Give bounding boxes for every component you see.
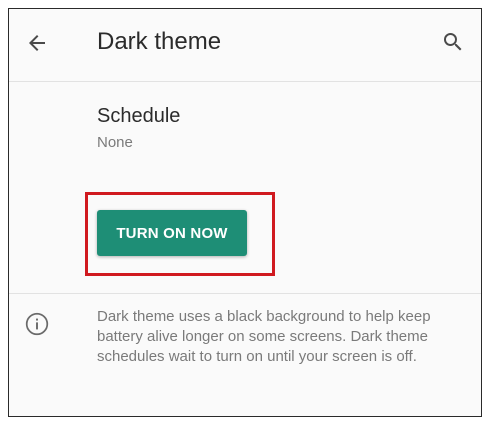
schedule-value: None — [97, 134, 133, 151]
schedule-label: Schedule — [97, 105, 181, 127]
info-description: Dark theme uses a black background to he… — [97, 308, 431, 365]
schedule-setting[interactable]: Schedule None — [97, 105, 180, 151]
back-button[interactable] — [21, 27, 53, 59]
page-title: Dark theme — [97, 28, 222, 55]
turn-on-now-button[interactable]: TURN ON NOW — [97, 210, 247, 256]
search-icon — [444, 33, 462, 51]
info-icon — [25, 312, 49, 336]
settings-screen: Dark theme Schedule None TURN ON NOW Dar… — [8, 8, 482, 417]
search-button[interactable] — [437, 26, 469, 58]
divider — [9, 293, 481, 294]
arrow-back-icon — [29, 35, 45, 51]
app-bar: Dark theme — [9, 9, 481, 82]
